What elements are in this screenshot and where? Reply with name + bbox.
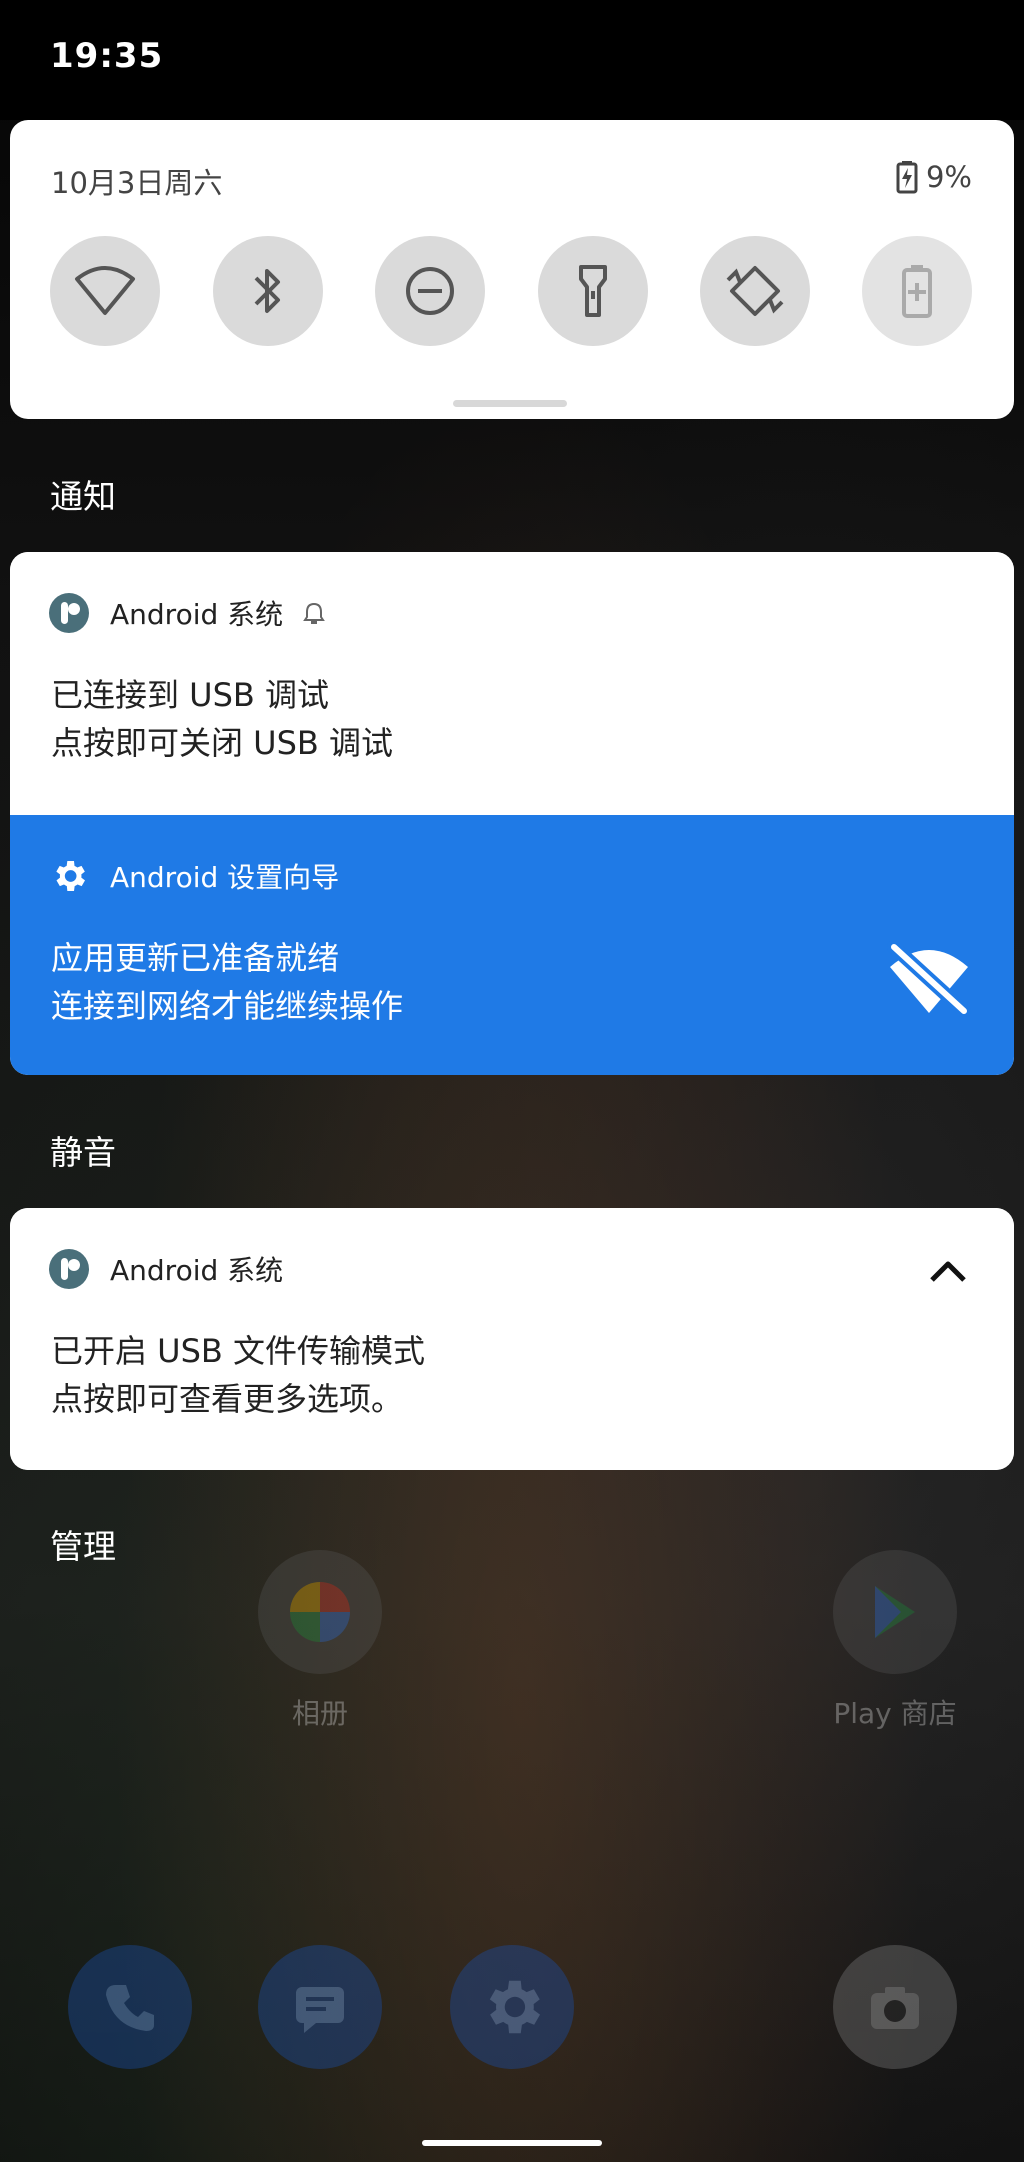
qs-tile-flashlight[interactable] <box>538 236 648 346</box>
home-app-label: 相册 <box>291 1697 348 1730</box>
bluetooth-icon <box>254 269 280 313</box>
section-header-silent: 静音 <box>50 1133 116 1172</box>
home-app-label: Play 商店 <box>833 1697 957 1730</box>
notification-app-name: Android 系统 <box>110 598 284 631</box>
notification-text: 连接到网络才能继续操作 <box>51 987 404 1025</box>
quick-settings-panel: 10月3日周六 9% <box>10 120 1014 419</box>
qs-tile-dnd[interactable] <box>375 236 485 346</box>
notification-header: Android 系统 <box>48 592 326 634</box>
notification-text: 点按即可关闭 USB 调试 <box>51 724 394 762</box>
gear-icon <box>48 855 90 897</box>
notification-group-silent: Android 系统 已开启 USB 文件传输模式 点按即可查看更多选项。 <box>10 1208 1014 1470</box>
notification-text: 点按即可查看更多选项。 <box>51 1380 404 1418</box>
battery-percent: 9% <box>925 160 972 194</box>
android-system-icon <box>48 592 90 634</box>
home-app-photos[interactable]: 相册 <box>250 1550 390 1732</box>
bell-icon <box>303 602 326 624</box>
section-header-notifications: 通知 <box>50 477 116 516</box>
notification-app-name: Android 设置向导 <box>110 861 340 894</box>
qs-tiles <box>50 236 980 346</box>
qs-date[interactable]: 10月3日周六 <box>51 160 222 202</box>
chevron-up-icon[interactable] <box>926 1250 970 1294</box>
home-app-play-store[interactable]: Play 商店 <box>825 1550 965 1732</box>
wifi-off-icon[interactable] <box>886 939 972 1019</box>
status-time: 19:35 <box>50 36 164 76</box>
phone-icon[interactable] <box>68 1945 192 2069</box>
notification-app-name: Android 系统 <box>110 1254 284 1287</box>
notification-title: 已开启 USB 文件传输模式 <box>51 1332 426 1370</box>
notification-usb-debugging[interactable]: Android 系统 已连接到 USB 调试 点按即可关闭 USB 调试 <box>10 552 1014 815</box>
qs-tile-bluetooth[interactable] <box>213 236 323 346</box>
status-bar: 19:35 <box>0 0 1024 120</box>
qs-tile-battery-saver[interactable] <box>862 236 972 346</box>
notification-group-alerting: Android 系统 已连接到 USB 调试 点按即可关闭 USB 调试 And… <box>10 552 1014 1075</box>
notification-title: 已连接到 USB 调试 <box>51 676 330 714</box>
settings-icon[interactable] <box>450 1945 574 2069</box>
qs-tile-auto-rotate[interactable] <box>700 236 810 346</box>
do-not-disturb-icon <box>406 267 454 315</box>
notification-header: Android 设置向导 <box>48 855 339 897</box>
photos-icon <box>258 1550 382 1674</box>
notification-header: Android 系统 <box>48 1248 283 1290</box>
manage-notifications-button[interactable]: 管理 <box>50 1520 116 1568</box>
qs-tile-wifi[interactable] <box>50 236 160 346</box>
notification-title: 应用更新已准备就绪 <box>51 939 340 977</box>
wifi-icon <box>75 266 135 315</box>
messages-icon[interactable] <box>258 1945 382 2069</box>
auto-rotate-icon <box>726 266 784 316</box>
battery-charging-icon <box>896 161 918 194</box>
notification-usb-file-transfer[interactable]: Android 系统 已开启 USB 文件传输模式 点按即可查看更多选项。 <box>10 1208 1014 1470</box>
android-system-icon <box>48 1248 90 1290</box>
flashlight-icon <box>579 265 607 317</box>
qs-expand-handle[interactable] <box>453 400 567 407</box>
battery-saver-icon <box>902 265 932 318</box>
navigation-handle[interactable] <box>422 2140 602 2146</box>
qs-battery[interactable]: 9% <box>896 160 972 194</box>
notification-setup-wizard[interactable]: Android 设置向导 应用更新已准备就绪 连接到网络才能继续操作 <box>10 815 1014 1075</box>
play-store-icon <box>833 1550 957 1674</box>
camera-icon[interactable] <box>833 1945 957 2069</box>
